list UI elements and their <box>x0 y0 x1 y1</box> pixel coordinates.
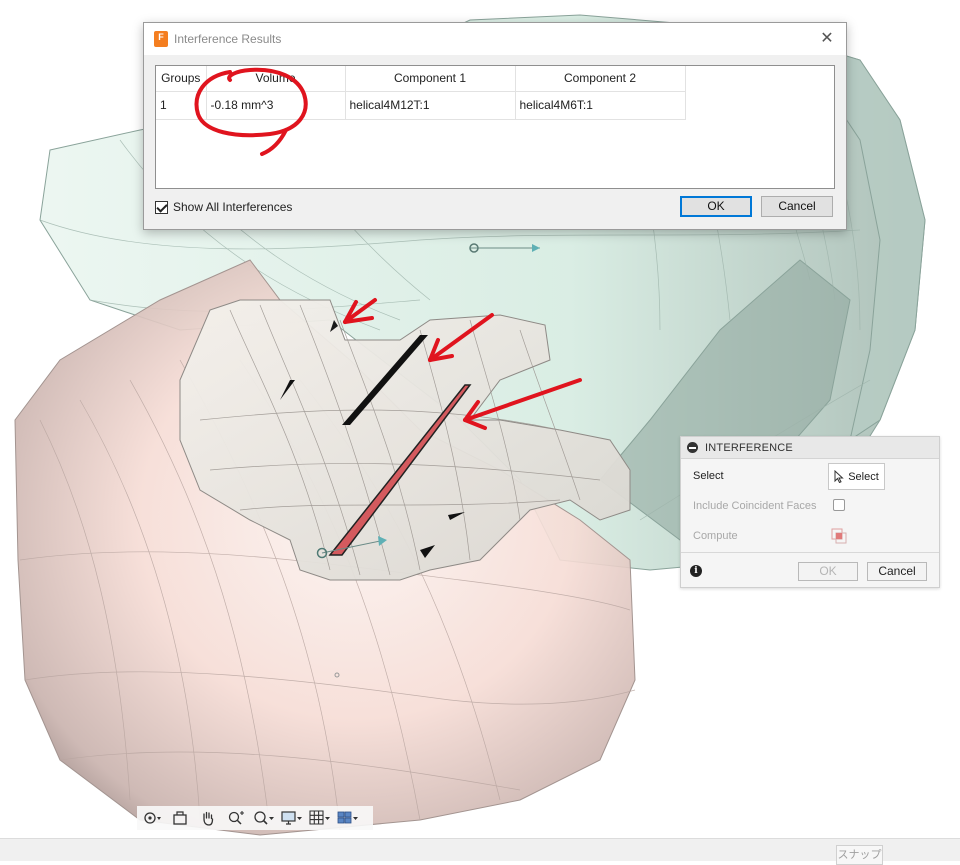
select-button-label: Select <box>848 470 879 483</box>
dialog-title: Interference Results <box>174 32 282 46</box>
orbit-icon[interactable] <box>139 807 165 829</box>
interference-panel: INTERFERENCE Select Select Include Coinc… <box>680 436 940 588</box>
zoom-icon[interactable] <box>223 807 249 829</box>
close-icon[interactable]: ✕ <box>816 28 838 50</box>
look-at-icon[interactable] <box>167 807 193 829</box>
panel-footer: i OK Cancel <box>681 552 939 588</box>
show-all-label: Show All Interferences <box>173 200 293 214</box>
snap-button[interactable]: スナップ <box>836 845 883 865</box>
cursor-arrow-icon <box>834 470 844 483</box>
grid-icon[interactable] <box>307 807 333 829</box>
ok-button[interactable]: OK <box>680 196 752 217</box>
coincident-faces-label: Include Coincident Faces <box>693 500 817 512</box>
pan-hand-icon[interactable] <box>195 807 221 829</box>
cell-component2: helical4M6T:1 <box>515 91 686 120</box>
compute-label: Compute <box>693 530 738 542</box>
panel-cancel-button[interactable]: Cancel <box>867 562 927 581</box>
panel-ok-button[interactable]: OK <box>798 562 858 581</box>
fusion-app-icon: F <box>154 31 168 47</box>
display-settings-icon[interactable] <box>279 807 305 829</box>
status-bar: スナップ <box>0 838 960 865</box>
show-all-checkbox[interactable] <box>155 200 168 214</box>
panel-title: INTERFERENCE <box>705 441 793 454</box>
compute-icon[interactable] <box>831 528 847 544</box>
col-component2-header[interactable]: Component 2 <box>515 66 686 92</box>
zoom-window-icon[interactable] <box>251 807 277 829</box>
info-icon[interactable]: i <box>690 565 702 577</box>
navigation-toolbar <box>137 806 373 830</box>
col-component1-header[interactable]: Component 1 <box>345 66 516 92</box>
coincident-faces-checkbox[interactable] <box>833 499 845 511</box>
cell-component1: helical4M12T:1 <box>345 91 516 120</box>
select-button[interactable]: Select <box>828 463 885 490</box>
select-label: Select <box>693 470 724 482</box>
cancel-button[interactable]: Cancel <box>761 196 833 217</box>
annotation-circle <box>194 67 308 156</box>
show-all-interferences[interactable]: Show All Interferences <box>155 200 292 214</box>
viewports-icon[interactable] <box>335 807 361 829</box>
collapse-icon[interactable] <box>687 442 698 453</box>
panel-header[interactable]: INTERFERENCE <box>681 437 939 459</box>
dialog-titlebar[interactable]: F Interference Results ✕ <box>144 23 846 55</box>
